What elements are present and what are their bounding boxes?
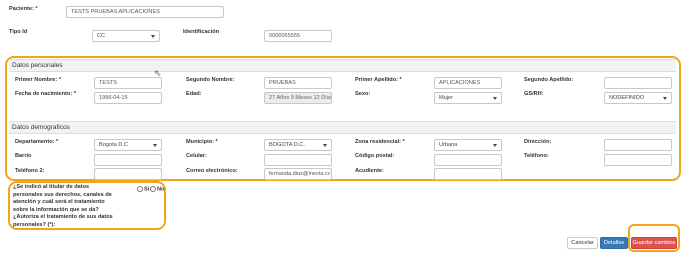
id-type-label: Tipo Id [9,29,28,35]
personal-section-title: Datos personales [9,59,676,72]
first-surname-label: Primer Apellido: * [355,77,402,83]
municipality-label: Municipio: * [186,139,218,145]
email-label: Correo electrónico: [186,168,238,174]
id-type-value: CC [97,33,106,39]
first-name-field[interactable]: TESTS [94,77,162,89]
patient-field[interactable]: TESTS PRUEBAS APLICACIONES [66,6,224,18]
second-name-field[interactable]: PRUEBAS [264,77,332,89]
identification-field[interactable]: 0000055555 [264,30,332,42]
consent-line: personales? (*): [13,221,56,228]
consent-no-label: No [157,186,165,193]
department-select[interactable]: Bogota D.C [94,139,162,151]
address-label: Dirección: [524,139,552,145]
neighborhood-field[interactable] [94,154,162,166]
neighborhood-label: Barrio [15,153,32,159]
identification-label: Identificación [183,29,220,35]
chevron-down-icon [493,144,497,147]
first-name-label: Primer Nombre: * [15,77,62,83]
consent-no-radio[interactable]: No [150,186,164,192]
birth-date-field[interactable]: 1996-04-15 [94,92,162,104]
consent-yes-label: Si [144,186,150,193]
blood-type-value: NODEFINIDO [609,95,645,101]
chevron-down-icon [493,97,497,100]
address-field[interactable] [604,139,672,151]
phone-field[interactable] [604,154,672,166]
id-type-select[interactable]: CC [92,30,160,42]
radio-icon [137,186,143,192]
consent-line: sobre la información que se da? [13,206,99,213]
save-button[interactable]: Guardar cambios [631,237,677,249]
consent-yes-radio[interactable]: Si [137,186,149,192]
sex-select[interactable]: Mujer [434,92,502,104]
patient-label: Paciente: * [9,6,38,12]
phone-label: Teléfono: [524,153,549,159]
department-label: Departamento: * [15,139,59,145]
demographic-section-title: Datos demograficos [9,121,676,134]
postal-code-field[interactable] [434,154,502,166]
municipality-select[interactable]: BOGOTA D.C. [264,139,332,151]
sex-value: Mujer [439,95,453,101]
cellphone-field[interactable] [264,154,332,166]
consent-line: ¿Se indicó al titular de datos [13,184,90,190]
postal-code-label: Código postal: [355,153,395,159]
zone-select[interactable]: Urbana [434,139,502,151]
guardian-label: Acudiente: [355,168,384,174]
guardian-field[interactable] [434,168,502,180]
age-field: 27 Años 9 Meses 12 Días [264,92,332,104]
blood-type-select[interactable]: NODEFINIDO [604,92,672,104]
zone-label: Zona residencial: * [355,139,405,145]
zone-value: Urbana [439,142,458,148]
consent-line: personales sus derechos, canales de [13,191,112,198]
consent-line: ¿Autoriza el tratamiento de sus datos [13,214,113,221]
consent-question: ¿Se indicó al titular de datos personale… [13,184,131,230]
chevron-down-icon [323,144,327,147]
cancel-button[interactable]: Cancelar [567,237,598,249]
sex-label: Sexo: [355,91,371,97]
chevron-down-icon [151,35,155,38]
blood-type-label: GS/RH: [524,91,544,97]
second-surname-label: Segundo Apellido: [524,77,574,83]
second-surname-field[interactable] [604,77,672,89]
phone2-field[interactable] [94,168,162,180]
email-field[interactable]: fernanda.diaz@inexta.cc [264,168,332,180]
first-surname-field[interactable]: APLICACIONES [434,77,502,89]
details-button[interactable]: Detalles [600,237,628,249]
municipality-value: BOGOTA D.C. [269,142,305,148]
phone2-label: Teléfono 2: [15,168,45,174]
consent-line: atención y cuál será el tratamiento [13,199,105,206]
cellphone-label: Celular: [186,153,207,159]
chevron-down-icon [663,97,667,100]
second-name-label: Segundo Nombre: [186,77,235,83]
radio-icon [150,186,156,192]
age-label: Edad: [186,91,202,97]
department-value: Bogota D.C [99,142,128,148]
birth-date-label: Fecha de nacimiento: * [15,91,76,97]
chevron-down-icon [153,144,157,147]
